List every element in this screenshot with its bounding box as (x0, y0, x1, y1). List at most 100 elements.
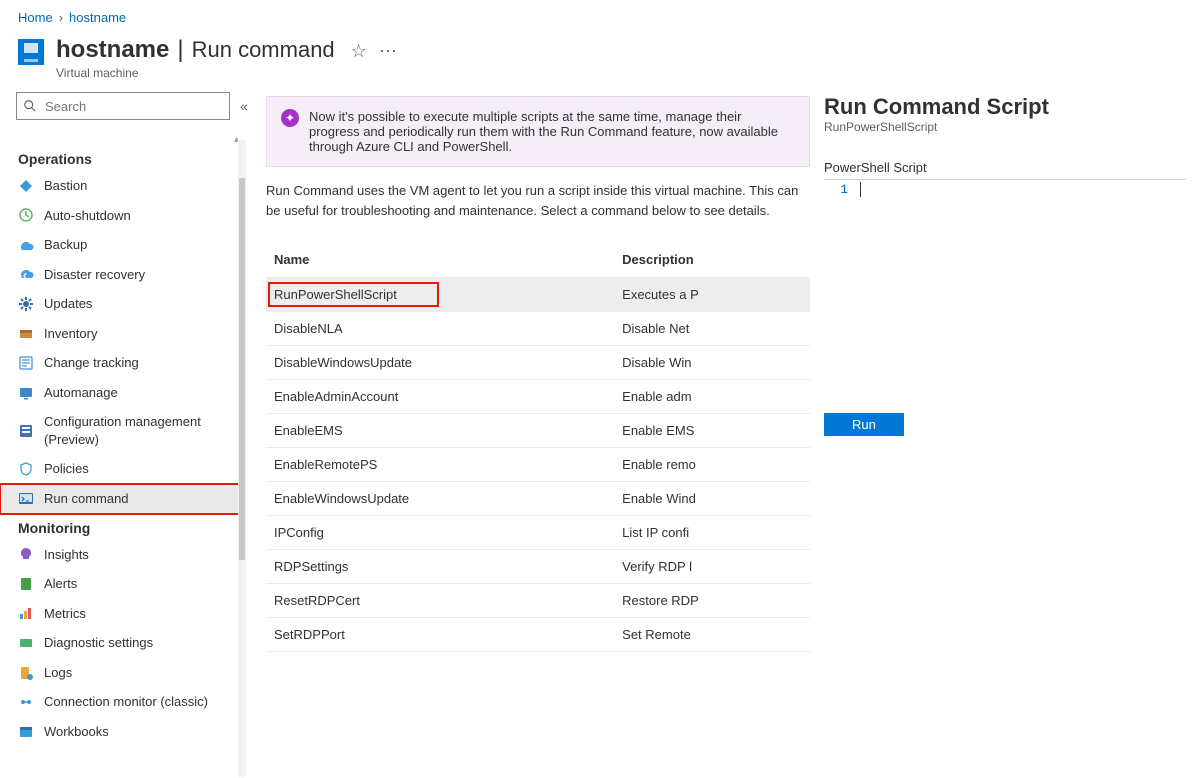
sidebar-item-label: Configuration management (Preview) (44, 413, 228, 448)
cmd-name: RDPSettings (266, 550, 614, 584)
table-row[interactable]: DisableNLADisable Net (266, 312, 810, 346)
line-number: 1 (824, 180, 856, 399)
cmd-desc: Enable remo (614, 448, 810, 482)
gear-icon (18, 296, 34, 312)
cmd-name: DisableNLA (266, 312, 614, 346)
inventory-icon (18, 326, 34, 342)
bastion-icon (18, 178, 34, 194)
cmd-desc: Executes a P (614, 278, 810, 312)
sidebar-item-connmon[interactable]: Connection monitor (classic) (0, 687, 246, 717)
code-area[interactable] (856, 180, 1186, 399)
scrollbar-thumb[interactable] (239, 178, 245, 560)
sidebar-item-diagnostic[interactable]: Diagnostic settings (0, 628, 246, 658)
chevron-right-icon: › (59, 10, 63, 25)
sidebar-item-label: Bastion (44, 177, 87, 195)
col-desc-header[interactable]: Description (614, 242, 810, 278)
sidebar-item-backup[interactable]: Backup (0, 230, 246, 260)
section-monitoring: Monitoring (0, 514, 246, 540)
resource-header: hostname | Run command ☆ ⋯ Virtual machi… (0, 29, 1200, 88)
table-row[interactable]: RDPSettingsVerify RDP l (266, 550, 810, 584)
detail-title: Run Command Script (824, 94, 1186, 120)
recovery-icon (18, 266, 34, 282)
table-row[interactable]: ResetRDPCertRestore RDP (266, 584, 810, 618)
sidebar-item-alerts[interactable]: Alerts (0, 569, 246, 599)
table-row[interactable]: SetRDPPortSet Remote (266, 618, 810, 652)
sidebar-item-automanage[interactable]: Automanage (0, 378, 246, 408)
cmd-name: EnableEMS (266, 414, 614, 448)
sidebar-item-policies[interactable]: Policies (0, 454, 246, 484)
terminal-icon (18, 491, 34, 507)
sidebar-item-label: Disaster recovery (44, 266, 145, 284)
vm-icon (18, 39, 44, 65)
sidebar-nav: ▲ Operations Bastion Auto-shutdown Backu… (0, 130, 246, 778)
sidebar-item-label: Workbooks (44, 723, 109, 741)
cmd-name: IPConfig (266, 516, 614, 550)
cmd-desc: Disable Net (614, 312, 810, 346)
intro-text: Run Command uses the VM agent to let you… (266, 181, 810, 220)
clock-icon (18, 207, 34, 223)
cmd-desc: List IP confi (614, 516, 810, 550)
sidebar-item-change-tracking[interactable]: Change tracking (0, 348, 246, 378)
sidebar-item-label: Updates (44, 295, 92, 313)
policy-icon (18, 461, 34, 477)
section-operations: Operations (0, 145, 246, 171)
favorite-icon[interactable]: ☆ (351, 41, 367, 62)
cmd-desc: Enable EMS (614, 414, 810, 448)
sidebar-item-label: Automanage (44, 384, 118, 402)
diagnostic-icon (18, 635, 34, 651)
sidebar-item-label: Metrics (44, 605, 86, 623)
cmd-desc: Set Remote (614, 618, 810, 652)
cmd-desc: Verify RDP l (614, 550, 810, 584)
commands-table: Name Description RunPowerShellScript Exe… (266, 242, 810, 652)
cmd-name: EnableRemotePS (266, 448, 614, 482)
cmd-name: ResetRDPCert (266, 584, 614, 618)
sidebar-item-label: Logs (44, 664, 72, 682)
sidebar-item-workbooks[interactable]: Workbooks (0, 717, 246, 747)
breadcrumb-resource[interactable]: hostname (69, 10, 126, 25)
sidebar-item-disaster-recovery[interactable]: Disaster recovery (0, 260, 246, 290)
sidebar-item-label: Connection monitor (classic) (44, 693, 208, 711)
table-row[interactable]: EnableAdminAccountEnable adm (266, 380, 810, 414)
insights-icon (18, 546, 34, 562)
sidebar-item-bastion[interactable]: Bastion (0, 171, 246, 201)
table-row[interactable]: IPConfigList IP confi (266, 516, 810, 550)
banner-text: Now it's possible to execute multiple sc… (309, 109, 795, 154)
tracking-icon (18, 355, 34, 371)
detail-subtitle: RunPowerShellScript (824, 120, 1186, 134)
cmd-name: EnableAdminAccount (266, 380, 614, 414)
sidebar-item-label: Auto-shutdown (44, 207, 131, 225)
breadcrumb: Home › hostname (0, 0, 1200, 29)
sidebar-item-logs[interactable]: Logs (0, 658, 246, 688)
sidebar-item-insights[interactable]: Insights (0, 540, 246, 570)
resource-kind: Virtual machine (56, 66, 397, 80)
search-input[interactable] (43, 98, 223, 115)
sidebar-item-updates[interactable]: Updates (0, 289, 246, 319)
table-row[interactable]: EnableWindowsUpdateEnable Wind (266, 482, 810, 516)
sidebar-item-config-mgmt[interactable]: Configuration management (Preview) (0, 407, 246, 454)
table-row[interactable]: EnableEMSEnable EMS (266, 414, 810, 448)
caret-icon (860, 182, 861, 197)
table-row[interactable]: RunPowerShellScript Executes a P (266, 278, 810, 312)
table-row[interactable]: EnableRemotePSEnable remo (266, 448, 810, 482)
table-row[interactable]: DisableWindowsUpdateDisable Win (266, 346, 810, 380)
sidebar-scrollbar[interactable]: ▼ (238, 130, 246, 778)
col-name-header[interactable]: Name (266, 242, 614, 278)
page-title: Run command (192, 37, 335, 63)
breadcrumb-home[interactable]: Home (18, 10, 53, 25)
automanage-icon (18, 385, 34, 401)
sidebar-item-label: Insights (44, 546, 89, 564)
sidebar-search[interactable] (16, 92, 230, 120)
logs-icon (18, 665, 34, 681)
config-icon (18, 423, 34, 439)
sidebar-item-inventory[interactable]: Inventory (0, 319, 246, 349)
run-button[interactable]: Run (824, 413, 904, 436)
alerts-icon (18, 576, 34, 592)
sidebar-item-auto-shutdown[interactable]: Auto-shutdown (0, 201, 246, 231)
search-icon (23, 99, 37, 113)
more-icon[interactable]: ⋯ (379, 41, 397, 62)
cmd-name: EnableWindowsUpdate (266, 482, 614, 516)
sidebar-item-metrics[interactable]: Metrics (0, 599, 246, 629)
script-editor[interactable]: 1 (824, 179, 1186, 399)
sidebar-item-run-command[interactable]: Run command (0, 484, 246, 514)
detail-pane: Run Command Script RunPowerShellScript P… (810, 88, 1200, 778)
